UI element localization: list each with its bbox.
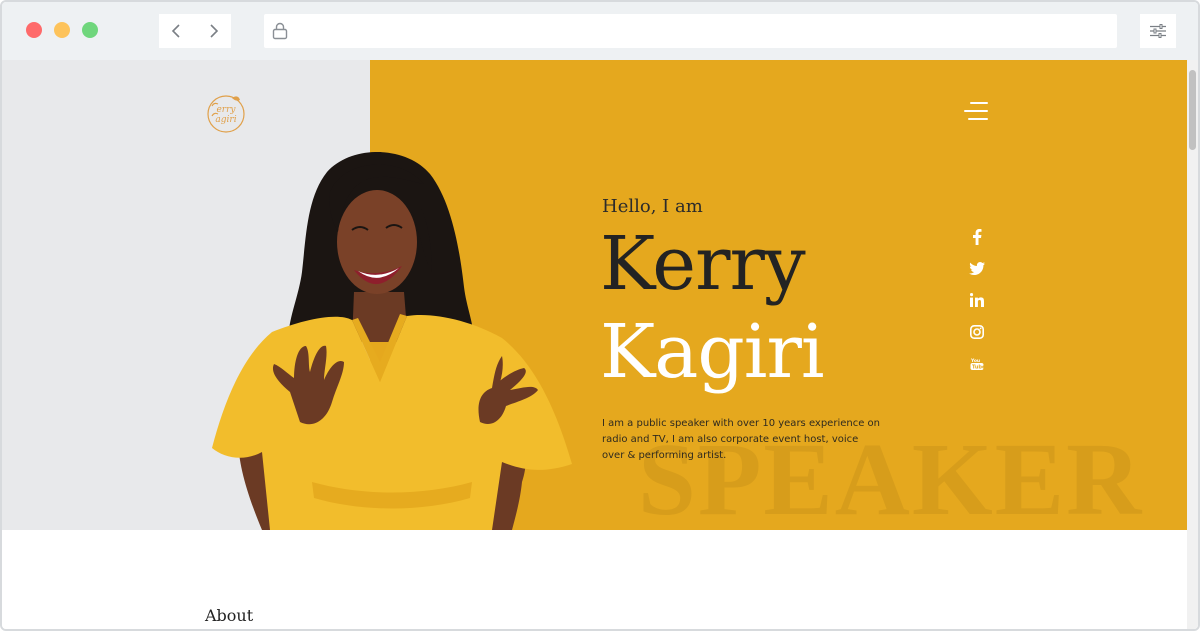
hero-greeting: Hello, I am (602, 196, 703, 217)
chevron-left-icon (171, 24, 180, 38)
hero-last-name: Kagiri (600, 309, 824, 395)
back-button[interactable] (159, 14, 195, 48)
youtube-icon[interactable]: YouTube (966, 353, 988, 375)
page-scrollbar[interactable] (1187, 60, 1198, 629)
sliders-icon (1150, 24, 1166, 38)
hero-first-name: Kerry (600, 221, 806, 307)
twitter-icon[interactable] (966, 257, 988, 279)
hamburger-menu-icon[interactable] (962, 100, 988, 122)
hero-bio: I am a public speaker with over 10 years… (602, 418, 880, 461)
lock-icon (272, 22, 288, 40)
browser-toolbar (2, 2, 1198, 60)
site-logo[interactable]: erry agiri (202, 90, 250, 138)
browser-window: erry agiri SPEAKER Hello, I am Kerry Kag… (0, 0, 1200, 631)
address-bar[interactable] (264, 14, 1117, 48)
maximize-window-button[interactable] (82, 22, 98, 38)
linkedin-icon[interactable] (966, 289, 988, 311)
instagram-icon[interactable] (966, 321, 988, 343)
minimize-window-button[interactable] (54, 22, 70, 38)
scrollbar-thumb[interactable] (1189, 70, 1196, 150)
close-window-button[interactable] (26, 22, 42, 38)
svg-text:agiri: agiri (215, 115, 236, 125)
about-heading: About (205, 606, 254, 625)
svg-text:erry: erry (216, 105, 236, 115)
svg-text:Tube: Tube (972, 365, 984, 371)
forward-button[interactable] (195, 14, 231, 48)
chevron-right-icon (210, 24, 219, 38)
page-viewport: erry agiri SPEAKER Hello, I am Kerry Kag… (2, 60, 1198, 629)
settings-button[interactable] (1140, 14, 1176, 48)
facebook-icon[interactable] (966, 226, 988, 248)
speaker-portrait (212, 152, 572, 530)
